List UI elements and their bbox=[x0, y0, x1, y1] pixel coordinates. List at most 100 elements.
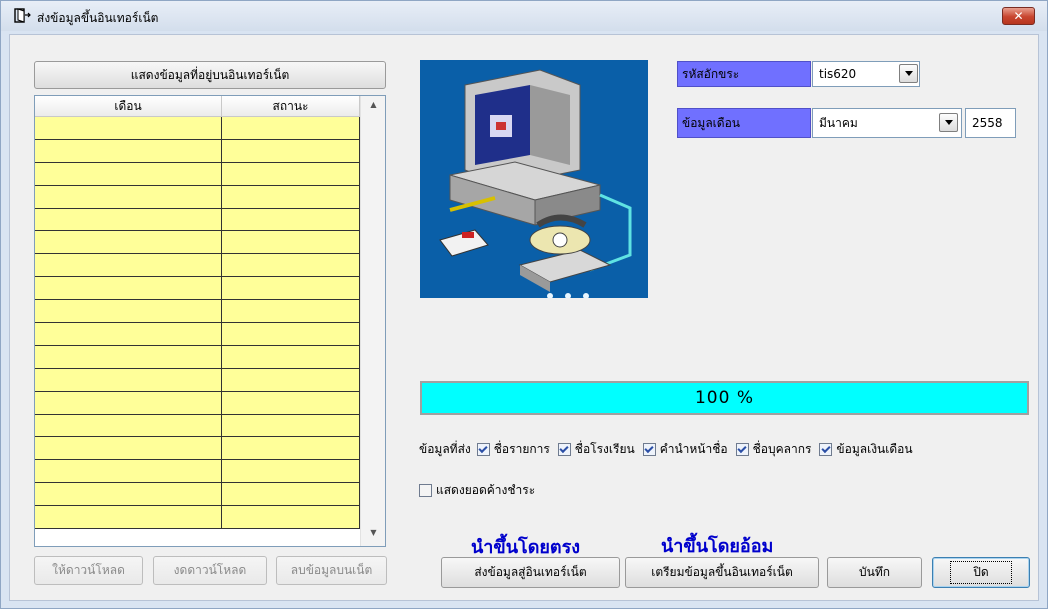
table-row[interactable] bbox=[35, 185, 360, 209]
status-cell[interactable] bbox=[222, 162, 360, 186]
status-cell[interactable] bbox=[222, 139, 360, 163]
column-header-status: สถานะ bbox=[222, 96, 360, 116]
table-row[interactable] bbox=[35, 391, 360, 415]
data-send-label: ข้อมูลที่ส่ง bbox=[419, 441, 471, 456]
scroll-up-icon[interactable]: ▲ bbox=[361, 96, 385, 114]
allow-download-button[interactable]: ให้ดาวน์โหลด bbox=[34, 556, 143, 585]
checkbox-school-name[interactable] bbox=[557, 442, 571, 456]
option-school-name-label: ชื่อโรงเรียน bbox=[574, 441, 635, 456]
status-cell[interactable] bbox=[222, 437, 360, 461]
month-cell[interactable] bbox=[35, 368, 222, 392]
year-value: 2558 bbox=[972, 116, 1003, 130]
status-cell[interactable] bbox=[222, 300, 360, 324]
month-cell[interactable] bbox=[35, 139, 222, 163]
status-cell[interactable] bbox=[222, 323, 360, 346]
computer-phone-illustration bbox=[420, 60, 648, 298]
table-row[interactable] bbox=[35, 254, 360, 278]
show-internet-data-button[interactable]: แสดงข้อมูลที่อยู่บนอินเทอร์เน็ต bbox=[34, 61, 386, 89]
save-button[interactable]: บันทึก bbox=[827, 557, 922, 588]
month-cell[interactable] bbox=[35, 162, 222, 186]
stop-download-label: งดดาวน์โหลด bbox=[173, 563, 247, 577]
month-cell[interactable] bbox=[35, 185, 222, 209]
month-cell[interactable] bbox=[35, 117, 222, 140]
month-cell[interactable] bbox=[35, 208, 222, 232]
encoding-dropdown-button[interactable] bbox=[899, 64, 918, 83]
status-cell[interactable] bbox=[222, 483, 360, 507]
table-row[interactable] bbox=[35, 414, 360, 438]
option-school-name[interactable]: ชื่อโรงเรียน bbox=[557, 440, 635, 459]
status-cell[interactable] bbox=[222, 277, 360, 301]
status-cell[interactable] bbox=[222, 460, 360, 484]
column-header-month: เดือน bbox=[35, 96, 222, 116]
table-row[interactable] bbox=[35, 460, 360, 484]
month-cell[interactable] bbox=[35, 391, 222, 415]
delete-online-data-button[interactable]: ลบข้อมูลบนเน็ต bbox=[276, 556, 387, 585]
month-cell[interactable] bbox=[35, 300, 222, 324]
checkbox-item-name[interactable] bbox=[476, 442, 490, 456]
upload-progress-bar: 100 % bbox=[420, 381, 1029, 415]
month-cell[interactable] bbox=[35, 414, 222, 438]
table-row[interactable] bbox=[35, 345, 360, 369]
status-cell[interactable] bbox=[222, 506, 360, 530]
checkbox-name-prefix[interactable] bbox=[642, 442, 656, 456]
show-outstanding-option[interactable]: แสดงยอดค้างชำระ bbox=[419, 480, 535, 500]
month-cell[interactable] bbox=[35, 345, 222, 369]
table-row[interactable] bbox=[35, 368, 360, 392]
table-row[interactable] bbox=[35, 208, 360, 232]
status-cell[interactable] bbox=[222, 368, 360, 392]
grid-scrollbar[interactable]: ▲ ▼ bbox=[360, 96, 385, 546]
table-row[interactable] bbox=[35, 231, 360, 255]
scroll-down-icon[interactable]: ▼ bbox=[361, 524, 385, 542]
status-cell[interactable] bbox=[222, 231, 360, 255]
option-salary-data[interactable]: ข้อมูลเงินเดือน bbox=[819, 440, 913, 459]
table-row[interactable] bbox=[35, 483, 360, 507]
option-name-prefix[interactable]: คำนำหน้าชื่อ bbox=[642, 440, 728, 459]
stop-download-button[interactable]: งดดาวน์โหลด bbox=[153, 556, 267, 585]
table-row[interactable] bbox=[35, 117, 360, 140]
grid-body bbox=[35, 117, 360, 530]
table-row[interactable] bbox=[35, 300, 360, 324]
close-window-button[interactable]: ✕ bbox=[1002, 7, 1035, 25]
indirect-upload-heading: นำขึ้นโดยอ้อม bbox=[661, 536, 774, 557]
month-cell[interactable] bbox=[35, 231, 222, 255]
table-row[interactable] bbox=[35, 162, 360, 186]
status-cell[interactable] bbox=[222, 208, 360, 232]
close-button[interactable]: ปิด bbox=[932, 557, 1030, 588]
status-cell[interactable] bbox=[222, 391, 360, 415]
month-cell[interactable] bbox=[35, 437, 222, 461]
checkbox-personnel-name[interactable] bbox=[735, 442, 749, 456]
chevron-down-icon bbox=[944, 120, 953, 125]
status-cell[interactable] bbox=[222, 414, 360, 438]
month-cell[interactable] bbox=[35, 254, 222, 278]
close-icon: ✕ bbox=[1013, 9, 1024, 23]
save-label: บันทึก bbox=[859, 565, 890, 579]
month-cell[interactable] bbox=[35, 277, 222, 301]
prepare-upload-button[interactable]: เตรียมข้อมูลขึ้นอินเทอร์เน็ต bbox=[625, 557, 819, 588]
send-to-internet-button[interactable]: ส่งข้อมูลสู่อินเทอร์เน็ต bbox=[441, 557, 620, 588]
table-row[interactable] bbox=[35, 139, 360, 163]
year-input[interactable]: 2558 bbox=[965, 108, 1016, 138]
month-cell[interactable] bbox=[35, 323, 222, 346]
status-cell[interactable] bbox=[222, 345, 360, 369]
month-cell[interactable] bbox=[35, 506, 222, 530]
checkbox-salary-data[interactable] bbox=[819, 442, 833, 456]
month-dropdown-button[interactable] bbox=[939, 113, 958, 132]
status-cell[interactable] bbox=[222, 117, 360, 140]
month-cell[interactable] bbox=[35, 483, 222, 507]
main-window: ส่งข้อมูลขึ้นอินเทอร์เน็ต ✕ แสดงข้อมูลที… bbox=[0, 0, 1048, 609]
encoding-value: tis620 bbox=[819, 67, 857, 81]
table-row[interactable] bbox=[35, 437, 360, 461]
table-row[interactable] bbox=[35, 277, 360, 301]
table-row[interactable] bbox=[35, 506, 360, 530]
table-row[interactable] bbox=[35, 323, 360, 346]
status-cell[interactable] bbox=[222, 185, 360, 209]
month-status-grid[interactable]: เดือน สถานะ ▲ ▼ bbox=[34, 95, 386, 547]
option-name-prefix-label: คำนำหน้าชื่อ bbox=[659, 441, 728, 456]
option-personnel-name[interactable]: ชื่อบุคลากร bbox=[735, 440, 811, 459]
checkbox-show-outstanding[interactable] bbox=[419, 483, 432, 497]
option-item-name[interactable]: ชื่อรายการ bbox=[476, 440, 550, 459]
progress-text: 100 % bbox=[694, 388, 754, 408]
delete-online-data-label: ลบข้อมูลบนเน็ต bbox=[290, 563, 373, 577]
month-cell[interactable] bbox=[35, 460, 222, 484]
status-cell[interactable] bbox=[222, 254, 360, 278]
